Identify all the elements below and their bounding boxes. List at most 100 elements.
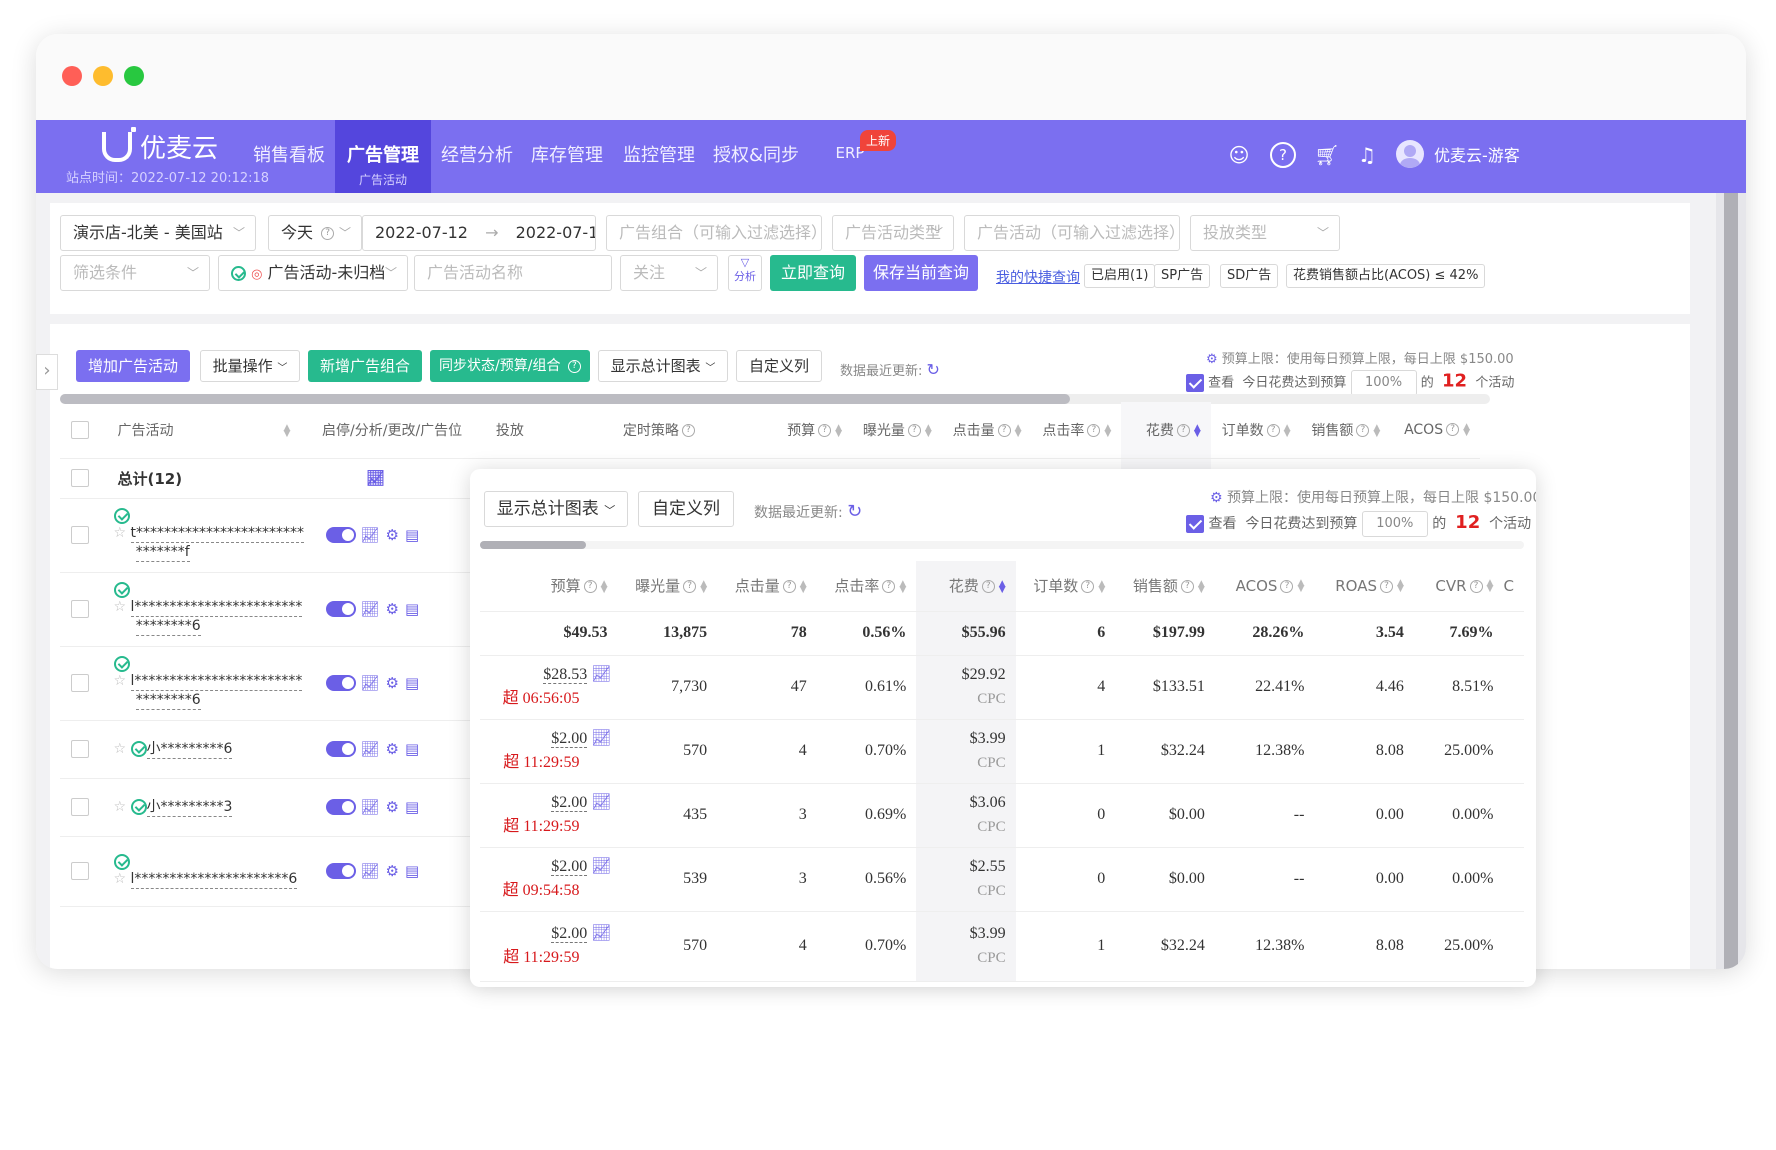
budget-percent-input[interactable]: 100% — [1361, 511, 1428, 537]
horizontal-scrollbar-thumb[interactable] — [480, 541, 586, 549]
help-icon[interactable]: ? — [1270, 142, 1296, 168]
campaign-toggle[interactable] — [326, 741, 357, 757]
star-icon[interactable]: ☆ — [114, 741, 127, 757]
sort-icon[interactable]: ▲ ▼ — [1397, 579, 1404, 594]
sort-icon[interactable]: ▲ ▼ — [1015, 423, 1022, 438]
budget-value[interactable]: $2.00 — [551, 794, 588, 812]
sort-icon[interactable]: ▲ ▼ — [835, 423, 842, 438]
star-icon[interactable]: ☆ — [114, 599, 127, 615]
col-sales[interactable]: 销售额? ▲ ▼ — [1115, 561, 1215, 612]
bell-icon[interactable]: ♫ — [1354, 142, 1380, 168]
follow-select[interactable]: 关注 ﹀ — [620, 255, 718, 291]
brand-logo[interactable]: 优麦云 — [102, 126, 218, 165]
gear-icon[interactable]: ⚙ — [386, 862, 399, 880]
chart-icon[interactable]: 📈︎ — [360, 674, 379, 692]
campaign-name-cont[interactable]: *******f — [135, 543, 190, 562]
gear-icon[interactable]: ⚙ — [1210, 490, 1223, 506]
col-impressions[interactable]: 曝光量? ▲ ▼ — [852, 402, 942, 459]
batch-operation-button[interactable]: 批量操作 ﹀ — [200, 350, 300, 382]
campaign-toggle[interactable] — [326, 799, 357, 815]
nav-monitoring[interactable]: 监控管理 — [616, 120, 702, 193]
status-select[interactable]: ◎ 广告活动-未归档 ﹀ — [218, 255, 408, 291]
gear-icon[interactable]: ⚙ — [386, 674, 399, 692]
table-row[interactable]: $2.00 📈︎ 超 11:29:59 435 3 0.69% $3.06 CPC … — [480, 783, 1524, 848]
sort-icon[interactable]: ▲ ▼ — [925, 423, 932, 438]
col-budget[interactable]: 预算? ▲ ▼ — [762, 402, 853, 459]
date-range-select[interactable]: 今天 ? ﹀ — [268, 215, 362, 251]
sync-status-button[interactable]: 同步状态/预算/组合 ? — [430, 350, 590, 382]
campaign-name-cont[interactable]: ********6 — [135, 617, 201, 636]
quick-filter-chip[interactable]: 已启用(1) — [1084, 264, 1156, 288]
sort-icon[interactable]: ▲ ▼ — [1463, 422, 1470, 437]
chart-icon[interactable]: 📈︎ — [360, 600, 379, 618]
budget-value[interactable]: $2.00 — [551, 858, 588, 876]
show-total-chart-button[interactable]: 显示总计图表 ﹀ — [484, 491, 628, 527]
sort-icon[interactable]: ▲ ▼ — [1098, 579, 1105, 594]
sort-icon[interactable]: ▲ ▼ — [700, 579, 707, 594]
sort-icon[interactable]: ▲ ▼ — [800, 579, 807, 594]
col-orders[interactable]: 订单数? ▲ ▼ — [1015, 561, 1116, 612]
budget-value[interactable]: $28.53 — [543, 666, 588, 684]
customer-service-icon[interactable]: ☺ — [1226, 142, 1252, 168]
sort-icon[interactable]: ▲ ▼ — [1297, 579, 1304, 594]
chart-icon[interactable]: 📈︎ — [591, 858, 611, 875]
star-icon[interactable]: ☆ — [114, 799, 127, 815]
add-campaign-button[interactable]: 增加广告活动 — [76, 350, 190, 382]
placement-icon[interactable]: ▤ — [405, 798, 419, 816]
col-ctr[interactable]: 点击率? ▲ ▼ — [816, 561, 917, 612]
chart-icon[interactable]: 📈︎ — [591, 925, 611, 942]
quick-query-link[interactable]: 我的快捷查询 — [996, 267, 1080, 287]
quick-filter-chip[interactable]: 花费销售额占比(ACOS) ≤ 42% — [1286, 264, 1486, 288]
chart-icon[interactable]: 📈︎ — [360, 526, 379, 544]
campaign-name[interactable]: l**********************6 — [130, 870, 298, 889]
table-row[interactable]: $2.00 📈︎ 超 11:29:59 570 4 0.70% $3.99 CPC … — [480, 911, 1524, 982]
campaign-name[interactable]: t************************ — [130, 524, 305, 543]
date-range-picker[interactable]: 2022-07-12 → 2022-07-12 — [362, 215, 596, 251]
custom-columns-button[interactable]: 自定义列 — [638, 491, 734, 527]
chart-icon[interactable]: 📈︎ — [591, 666, 611, 683]
minimize-window-button[interactable] — [93, 66, 113, 86]
placement-icon[interactable]: ▤ — [405, 600, 419, 618]
campaign-name[interactable]: l************************ — [130, 598, 303, 617]
col-roas[interactable]: ROAS? ▲ ▼ — [1314, 561, 1414, 612]
campaign-name[interactable]: 小*********6 — [146, 740, 233, 759]
sort-icon[interactable]: ▲ ▼ — [1104, 423, 1111, 438]
refresh-icon[interactable]: ↻ — [847, 501, 862, 522]
col-ctr[interactable]: 点击率? ▲ ▼ — [1031, 402, 1122, 459]
view-checkbox[interactable] — [1186, 374, 1204, 392]
chart-icon[interactable]: 📈︎ — [591, 794, 611, 811]
row-checkbox[interactable] — [70, 862, 89, 880]
placement-icon[interactable]: ▤ — [405, 740, 419, 758]
refresh-icon[interactable]: ↻ — [927, 360, 940, 379]
chart-icon[interactable]: 📈︎ — [360, 740, 379, 758]
col-cvr[interactable]: CVR? ▲ ▼ — [1413, 561, 1504, 612]
star-icon[interactable]: ☆ — [114, 871, 127, 887]
campaign-select[interactable]: 广告活动（可输入过滤选择） — [964, 215, 1180, 251]
col-budget[interactable]: 预算? ▲ ▼ — [480, 561, 618, 612]
sort-icon[interactable]: ▲ ▼ — [1373, 423, 1380, 438]
campaign-type-select[interactable]: 广告活动类型 ﹀ — [832, 215, 954, 251]
col-orders[interactable]: 订单数? ▲ ▼ — [1210, 402, 1301, 459]
sort-icon[interactable]: ▲ ▼ — [284, 423, 291, 438]
gear-icon[interactable]: ⚙ — [386, 740, 399, 758]
close-window-button[interactable] — [62, 66, 82, 86]
analysis-filter-button[interactable]: ▽ 分析 — [728, 255, 762, 291]
star-icon[interactable]: ☆ — [114, 525, 127, 541]
gear-icon[interactable]: ⚙ — [386, 526, 399, 544]
table-row[interactable]: $28.53 📈︎ 超 06:56:05 7,730 47 0.61% $29.9… — [480, 655, 1524, 720]
nav-auth-sync[interactable]: 授权&同步 — [708, 120, 804, 193]
query-now-button[interactable]: 立即查询 — [770, 255, 856, 291]
sort-icon[interactable]: ▲ ▼ — [899, 579, 906, 594]
sort-icon[interactable]: ▲ ▼ — [1284, 423, 1291, 438]
select-all-checkbox[interactable] — [70, 420, 89, 439]
chart-icon[interactable]: 📈︎ — [360, 862, 379, 880]
placement-icon[interactable]: ▤ — [405, 674, 419, 692]
nav-ad-management[interactable]: 广告管理 广告活动 — [335, 120, 431, 193]
condition-select[interactable]: 筛选条件 ﹀ — [60, 255, 210, 291]
nav-business-analysis[interactable]: 经营分析 — [434, 120, 520, 193]
placement-icon[interactable]: ▤ — [405, 862, 419, 880]
campaign-toggle[interactable] — [326, 863, 357, 879]
campaign-toggle[interactable] — [326, 675, 357, 691]
chart-icon[interactable]: 📈︎ — [366, 469, 385, 487]
row-checkbox[interactable] — [70, 600, 89, 618]
